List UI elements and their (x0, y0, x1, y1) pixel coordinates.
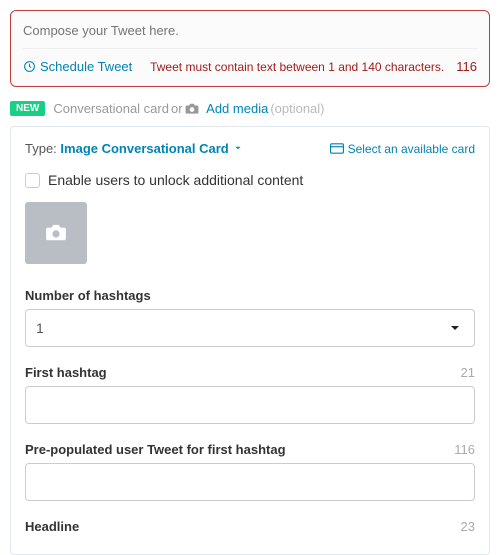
add-media-link[interactable]: Add media (206, 101, 268, 116)
headline-count: 23 (461, 519, 475, 534)
headline-label-row: Headline 23 (25, 519, 475, 534)
first-hashtag-label-row: First hashtag 21 (25, 365, 475, 380)
num-hashtags-label-row: Number of hashtags (25, 288, 475, 303)
prepop-input[interactable] (25, 463, 475, 501)
camera-icon (185, 103, 199, 115)
compose-input[interactable] (23, 23, 477, 49)
first-hashtag-input[interactable] (25, 386, 475, 424)
camera-upload-icon (45, 224, 67, 242)
prepop-label: Pre-populated user Tweet for first hasht… (25, 442, 286, 457)
enable-unlock-label: Enable users to unlock additional conten… (48, 172, 303, 188)
chevron-down-icon (232, 141, 244, 156)
card-subhead: NEW Conversational card or Add media (op… (10, 101, 490, 116)
num-hashtags-label: Number of hashtags (25, 288, 151, 303)
card-panel: Type: Image Conversational Card Select a… (10, 126, 490, 555)
headline-label: Headline (25, 519, 79, 534)
num-hashtags-select-wrap (25, 309, 475, 347)
subhead-text-a: Conversational card (53, 101, 169, 116)
clock-icon (23, 60, 36, 73)
image-upload-button[interactable] (25, 202, 87, 264)
subhead-or: or (171, 101, 183, 116)
schedule-tweet-label: Schedule Tweet (40, 59, 132, 74)
compose-char-count: 116 (456, 59, 477, 74)
card-icon (330, 143, 344, 154)
compose-footer: Schedule Tweet Tweet must contain text b… (23, 59, 477, 74)
prepop-label-row: Pre-populated user Tweet for first hasht… (25, 442, 475, 457)
new-badge: NEW (10, 101, 45, 116)
type-value: Image Conversational Card (60, 141, 228, 156)
first-hashtag-count: 21 (461, 365, 475, 380)
compose-tweet-box: Schedule Tweet Tweet must contain text b… (10, 10, 490, 87)
type-prefix: Type: (25, 141, 60, 156)
card-type-selector[interactable]: Type: Image Conversational Card (25, 141, 244, 156)
enable-unlock-row: Enable users to unlock additional conten… (25, 172, 475, 188)
num-hashtags-select[interactable] (25, 309, 475, 347)
select-card-label: Select an available card (348, 142, 475, 156)
subhead-optional: (optional) (270, 101, 324, 116)
enable-unlock-checkbox[interactable] (25, 173, 40, 188)
prepop-count: 116 (454, 442, 475, 457)
card-top-row: Type: Image Conversational Card Select a… (25, 141, 475, 156)
compose-error-row: Tweet must contain text between 1 and 14… (150, 59, 477, 74)
first-hashtag-label: First hashtag (25, 365, 107, 380)
select-available-card-link[interactable]: Select an available card (330, 142, 475, 156)
compose-error-text: Tweet must contain text between 1 and 14… (150, 60, 444, 74)
schedule-tweet-link[interactable]: Schedule Tweet (23, 59, 132, 74)
